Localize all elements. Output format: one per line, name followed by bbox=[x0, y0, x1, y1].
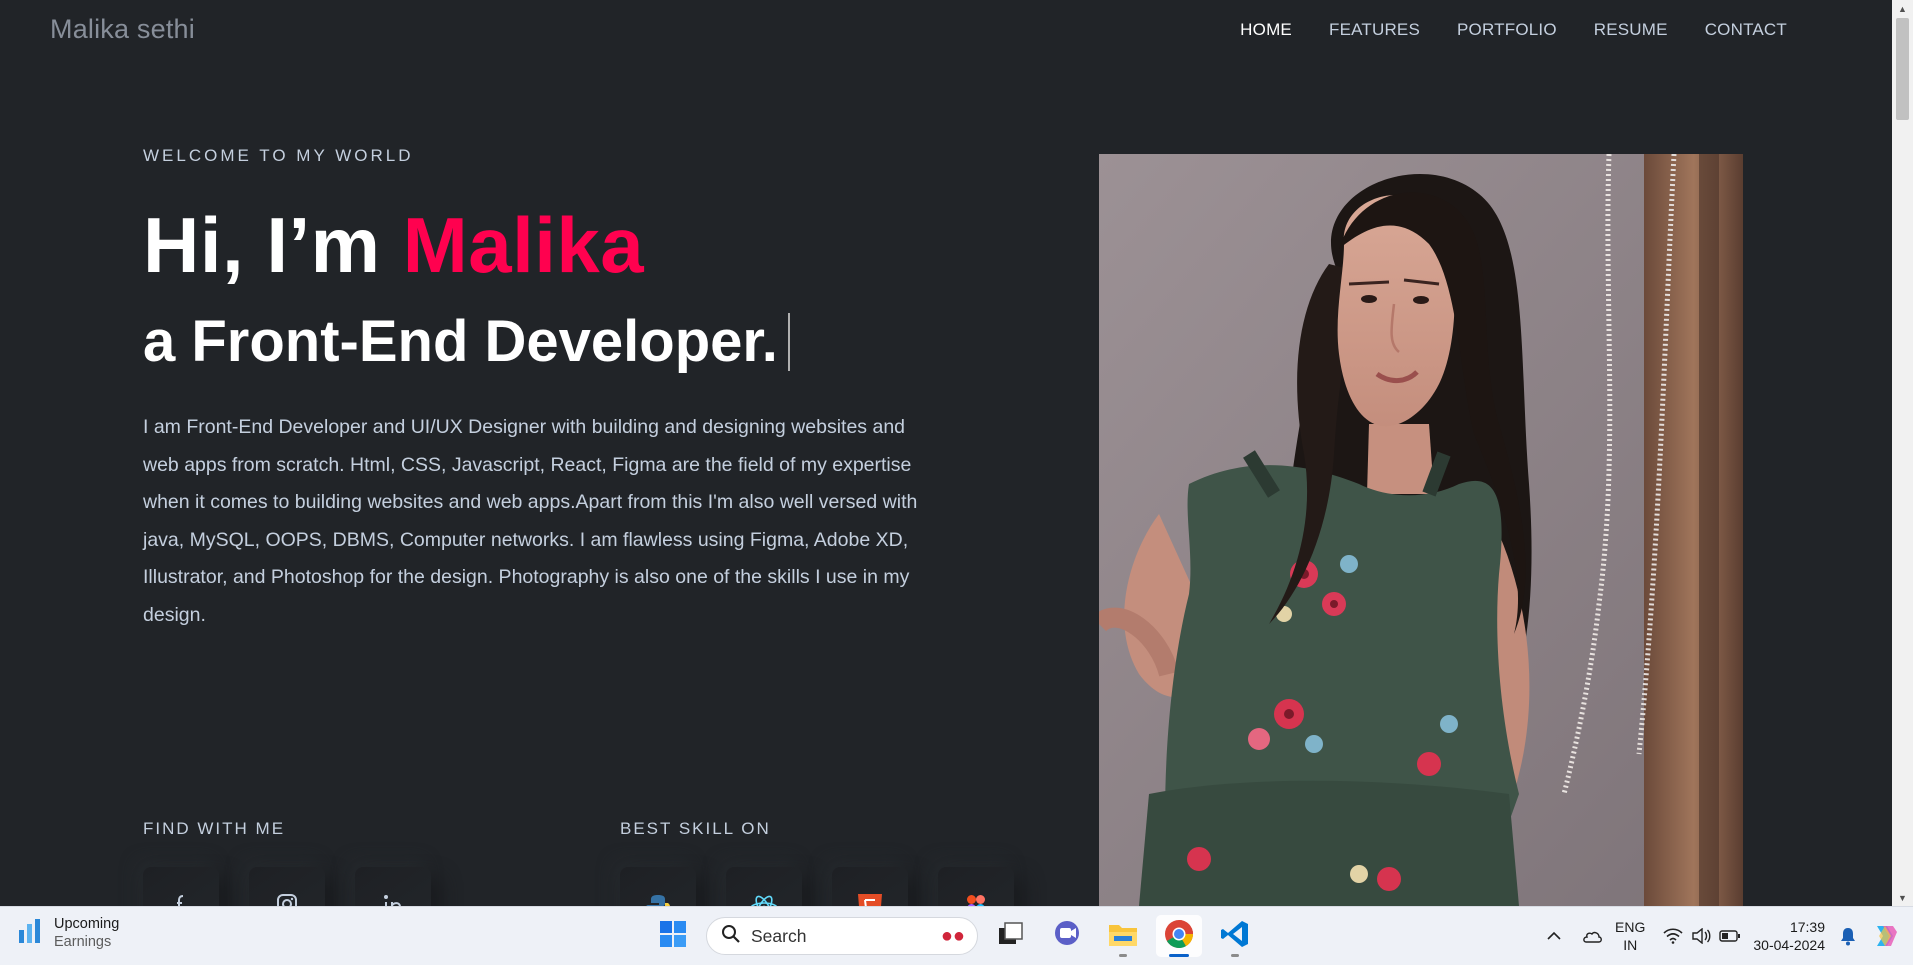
html5-skill[interactable] bbox=[832, 867, 908, 906]
hero-title: Hi, I’m Malika bbox=[143, 200, 644, 291]
clock-date: 30-04-2024 bbox=[1753, 937, 1825, 953]
profile-photo bbox=[1099, 154, 1743, 906]
clock[interactable]: 17:39 30-04-2024 bbox=[1753, 918, 1825, 954]
taskbar-search[interactable]: Search ●● bbox=[706, 917, 978, 955]
nav-resume[interactable]: RESUME bbox=[1594, 20, 1668, 40]
site-brand[interactable]: Malika sethi bbox=[50, 14, 195, 45]
widget-subtitle: Earnings bbox=[54, 934, 112, 950]
teams-chat-button[interactable] bbox=[1044, 915, 1090, 957]
nav-contact[interactable]: CONTACT bbox=[1705, 20, 1787, 40]
running-indicator bbox=[1231, 954, 1239, 957]
lang-line1: ENG bbox=[1615, 919, 1646, 935]
widget-text: Upcoming Earnings bbox=[54, 916, 119, 950]
input-language[interactable]: ENG IN bbox=[1615, 918, 1645, 954]
scroll-down-arrow-icon[interactable]: ▼ bbox=[1892, 889, 1913, 906]
running-indicator bbox=[1119, 954, 1127, 957]
start-icon bbox=[659, 920, 687, 953]
hero-description: I am Front-End Developer and UI/UX Desig… bbox=[143, 416, 918, 626]
search-icon bbox=[721, 924, 741, 949]
file-explorer-button[interactable] bbox=[1100, 915, 1146, 957]
vscode-icon bbox=[1220, 919, 1250, 954]
figma-skill[interactable] bbox=[938, 867, 1014, 906]
task-view-button[interactable] bbox=[988, 915, 1034, 957]
onedrive-cloud-icon[interactable] bbox=[1581, 929, 1603, 943]
hero-subtitle: a Front-End Developer. bbox=[143, 308, 790, 375]
nav-features[interactable]: FEATURES bbox=[1329, 20, 1420, 40]
hero-title-name: Malika bbox=[402, 201, 645, 289]
stocks-chart-icon bbox=[18, 918, 42, 949]
taskbar-apps: Search ●● bbox=[650, 915, 1258, 957]
profile-photo-illustration bbox=[1099, 154, 1743, 906]
windows-taskbar: Upcoming Earnings Search ●● ENG IN 17:39… bbox=[0, 906, 1913, 965]
search-placeholder: Search bbox=[751, 925, 807, 946]
html5-icon bbox=[857, 893, 883, 906]
system-tray: ENG IN 17:39 30-04-2024 bbox=[1547, 915, 1899, 957]
task-view-icon bbox=[998, 921, 1024, 951]
clock-time: 17:39 bbox=[1789, 919, 1825, 935]
page-scrollbar[interactable]: ▲ ▼ bbox=[1892, 0, 1913, 906]
social-links bbox=[143, 867, 431, 906]
vscode-button[interactable] bbox=[1212, 915, 1258, 957]
instagram-link[interactable] bbox=[249, 867, 325, 906]
hero-subtitle-text: a Front-End Developer. bbox=[143, 309, 778, 374]
linkedin-link[interactable] bbox=[355, 867, 431, 906]
find-with-me-label: FIND WITH ME bbox=[143, 819, 286, 838]
browser-viewport: Malika sethi HOME FEATURES PORTFOLIO RES… bbox=[0, 0, 1892, 906]
linkedin-icon bbox=[382, 893, 404, 906]
facebook-icon bbox=[171, 893, 191, 906]
chrome-button[interactable] bbox=[1156, 915, 1202, 957]
hero-title-prefix: Hi, I’m bbox=[143, 201, 403, 289]
wifi-icon[interactable] bbox=[1663, 928, 1683, 944]
hero-eyebrow: WELCOME TO MY WORLD bbox=[143, 146, 414, 165]
teams-chat-icon bbox=[1052, 920, 1082, 953]
battery-icon[interactable] bbox=[1719, 930, 1741, 942]
main-nav: HOME FEATURES PORTFOLIO RESUME CONTACT bbox=[1240, 20, 1787, 40]
react-icon bbox=[749, 893, 779, 906]
volume-icon[interactable] bbox=[1691, 928, 1711, 944]
widgets-button[interactable]: Upcoming Earnings bbox=[18, 916, 119, 950]
python-skill[interactable] bbox=[620, 867, 696, 906]
figma-icon bbox=[965, 893, 987, 906]
typing-cursor bbox=[787, 312, 790, 371]
skill-icons bbox=[620, 867, 1014, 906]
file-explorer-icon bbox=[1108, 921, 1138, 952]
strawberry-icon: ●● bbox=[940, 925, 965, 947]
react-skill[interactable] bbox=[726, 867, 802, 906]
nav-portfolio[interactable]: PORTFOLIO bbox=[1457, 20, 1557, 40]
lang-line2: IN bbox=[1623, 937, 1638, 953]
nav-home[interactable]: HOME bbox=[1240, 20, 1292, 40]
scroll-thumb[interactable] bbox=[1896, 18, 1909, 120]
widget-title: Upcoming bbox=[54, 916, 120, 932]
instagram-icon bbox=[276, 893, 298, 906]
start-button[interactable] bbox=[650, 915, 696, 957]
best-skill-label: BEST SKILL ON bbox=[620, 819, 771, 838]
scroll-up-arrow-icon[interactable]: ▲ bbox=[1892, 0, 1913, 17]
python-icon bbox=[643, 893, 673, 906]
notification-bell-icon[interactable] bbox=[1839, 926, 1857, 946]
chevron-up-icon[interactable] bbox=[1547, 931, 1561, 941]
chrome-icon bbox=[1164, 919, 1194, 954]
copilot-icon[interactable] bbox=[1871, 922, 1899, 950]
active-indicator bbox=[1169, 954, 1189, 957]
facebook-link[interactable] bbox=[143, 867, 219, 906]
